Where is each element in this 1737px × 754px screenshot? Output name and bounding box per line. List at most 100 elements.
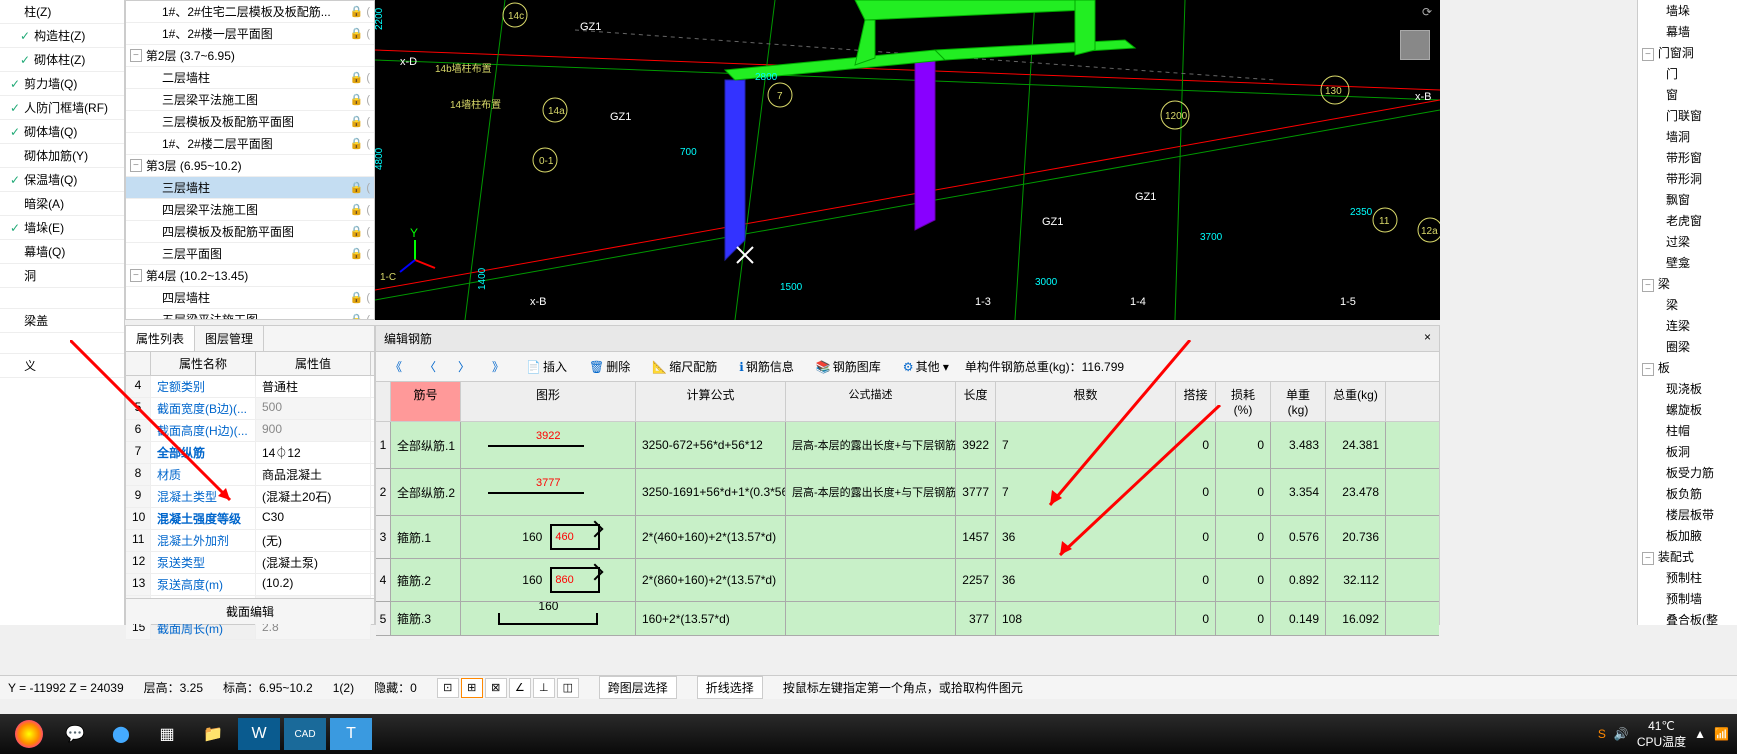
component-type-item[interactable]: ✓幕墙(Q) xyxy=(0,240,124,264)
component-subitem[interactable]: 连梁 xyxy=(1638,315,1737,336)
floor-drawing-item[interactable]: 三层梁平法施工图🔒 ( xyxy=(126,89,374,111)
component-subitem[interactable]: 门联窗 xyxy=(1638,105,1737,126)
floor-drawing-item[interactable]: 五层梁平法施工图🔒 ( xyxy=(126,309,374,320)
3d-viewport[interactable]: 14c 0-1 7 14a 130 1200 11 12a x-D x-B x-… xyxy=(375,0,1440,320)
taskbar-app-3[interactable]: ▦ xyxy=(146,718,188,750)
floor-drawing-item[interactable]: 三层模板及板配筋平面图🔒 ( xyxy=(126,111,374,133)
nav-last[interactable]: 》 xyxy=(486,356,510,377)
component-type-item[interactable]: ✓义 xyxy=(0,354,124,378)
component-type-item[interactable]: ✓砌体柱(Z) xyxy=(0,48,124,72)
other-dropdown[interactable]: ⚙其他 ▾ xyxy=(897,356,955,377)
component-category[interactable]: −梁 xyxy=(1638,273,1737,294)
component-type-item[interactable]: ✓柱(Z) xyxy=(0,0,124,24)
tool-6[interactable]: ◫ xyxy=(557,678,579,698)
component-subitem[interactable]: 叠合板(整厚) xyxy=(1638,609,1737,625)
floor-drawing-item[interactable]: 四层模板及板配筋平面图🔒 ( xyxy=(126,221,374,243)
property-row[interactable]: 4定额类别普通柱 xyxy=(126,376,374,398)
floor-drawing-item[interactable]: 二层墙柱🔒 ( xyxy=(126,67,374,89)
floor-group[interactable]: −第3层 (6.95~10.2) xyxy=(126,155,374,177)
viewport-nav-cube[interactable] xyxy=(1400,30,1430,60)
component-category[interactable]: −板 xyxy=(1638,357,1737,378)
floor-group[interactable]: −第4层 (10.2~13.45) xyxy=(126,265,374,287)
property-row[interactable]: 8材质商品混凝土 xyxy=(126,464,374,486)
nav-next[interactable]: 〉 xyxy=(452,356,476,377)
component-type-item[interactable]: ✓ xyxy=(0,333,124,354)
nav-prev[interactable]: 〈 xyxy=(418,356,442,377)
tool-5[interactable]: ⊥ xyxy=(533,678,555,698)
component-subitem[interactable]: 墙垛 xyxy=(1638,0,1737,21)
component-subitem[interactable]: 壁龛 xyxy=(1638,252,1737,273)
floor-drawing-item[interactable]: 三层平面图🔒 ( xyxy=(126,243,374,265)
component-subitem[interactable]: 过梁 xyxy=(1638,231,1737,252)
floor-drawing-item[interactable]: 三层墙柱🔒 ( xyxy=(126,177,374,199)
taskbar-app-5[interactable]: W xyxy=(238,718,280,750)
property-row[interactable]: 11混凝土外加剂(无) xyxy=(126,530,374,552)
component-subitem[interactable]: 预制柱 xyxy=(1638,567,1737,588)
component-type-item[interactable]: ✓ xyxy=(0,288,124,309)
component-subitem[interactable]: 幕墙 xyxy=(1638,21,1737,42)
property-row[interactable]: 6截面高度(H边)(...900 xyxy=(126,420,374,442)
component-subitem[interactable]: 现浇板 xyxy=(1638,378,1737,399)
tab-properties[interactable]: 属性列表 xyxy=(126,326,195,351)
component-type-item[interactable]: ✓人防门框墙(RF) xyxy=(0,96,124,120)
component-subitem[interactable]: 预制墙 xyxy=(1638,588,1737,609)
tool-4[interactable]: ∠ xyxy=(509,678,531,698)
component-subitem[interactable]: 带形窗 xyxy=(1638,147,1737,168)
polyline-select[interactable]: 折线选择 xyxy=(697,676,763,699)
component-subitem[interactable]: 门 xyxy=(1638,63,1737,84)
viewport-nav-icons[interactable]: ⟳ xyxy=(1422,5,1432,19)
rebar-row[interactable]: 2全部纵筋.237773250-1691+56*d+1*(0.3*56*d+56… xyxy=(376,469,1439,516)
taskbar-app-1[interactable]: 💬 xyxy=(54,718,96,750)
component-subitem[interactable]: 老虎窗 xyxy=(1638,210,1737,231)
tool-2[interactable]: ⊞ xyxy=(461,678,483,698)
component-category[interactable]: −门窗洞 xyxy=(1638,42,1737,63)
floor-drawing-item[interactable]: 1#、2#住宅二层模板及板配筋...🔒 ( xyxy=(126,1,374,23)
component-subitem[interactable]: 板负筋 xyxy=(1638,483,1737,504)
component-type-item[interactable]: ✓暗梁(A) xyxy=(0,192,124,216)
property-row[interactable]: 7全部纵筋14⏀12 xyxy=(126,442,374,464)
component-category[interactable]: −装配式 xyxy=(1638,546,1737,567)
rebar-info-button[interactable]: ℹ钢筋信息 xyxy=(733,356,800,377)
floor-drawing-item[interactable]: 四层梁平法施工图🔒 ( xyxy=(126,199,374,221)
delete-button[interactable]: 🗑删除 xyxy=(583,356,636,377)
start-button[interactable] xyxy=(8,718,50,750)
close-icon[interactable]: × xyxy=(1424,330,1431,347)
nav-first[interactable]: 《 xyxy=(384,356,408,377)
component-subitem[interactable]: 带形洞 xyxy=(1638,168,1737,189)
floor-drawing-item[interactable]: 1#、2#楼一层平面图🔒 ( xyxy=(126,23,374,45)
system-tray[interactable]: S 🔊 41℃ CPU温度 ▲ 📶 xyxy=(1598,719,1729,750)
taskbar-app-4[interactable]: 📁 xyxy=(192,718,234,750)
floor-group[interactable]: −第2层 (3.7~6.95) xyxy=(126,45,374,67)
component-subitem[interactable]: 梁 xyxy=(1638,294,1737,315)
floor-drawing-item[interactable]: 四层墙柱🔒 ( xyxy=(126,287,374,309)
component-type-item[interactable]: ✓梁盖 xyxy=(0,309,124,333)
floor-drawing-item[interactable]: 1#、2#楼二层平面图🔒 ( xyxy=(126,133,374,155)
rebar-row[interactable]: 5箍筋.3160160+2*(13.57*d)377108000.14916.0… xyxy=(376,602,1439,636)
property-row[interactable]: 9混凝土类型(混凝土20石) xyxy=(126,486,374,508)
component-subitem[interactable]: 楼层板带 xyxy=(1638,504,1737,525)
taskbar-app-6[interactable]: CAD xyxy=(284,718,326,750)
component-type-item[interactable]: ✓砌体墙(Q) xyxy=(0,120,124,144)
tool-1[interactable]: ⊡ xyxy=(437,678,459,698)
component-subitem[interactable]: 螺旋板 xyxy=(1638,399,1737,420)
component-subitem[interactable]: 板洞 xyxy=(1638,441,1737,462)
property-row[interactable]: 13泵送高度(m)(10.2) xyxy=(126,574,374,596)
component-type-item[interactable]: ✓墙垛(E) xyxy=(0,216,124,240)
component-subitem[interactable]: 板受力筋 xyxy=(1638,462,1737,483)
property-row[interactable]: 12泵送类型(混凝土泵) xyxy=(126,552,374,574)
tool-3[interactable]: ⊠ xyxy=(485,678,507,698)
rebar-lib-button[interactable]: 📚钢筋图库 xyxy=(810,356,887,377)
component-type-item[interactable]: ✓构造柱(Z) xyxy=(0,24,124,48)
rebar-row[interactable]: 3箍筋.11604602*(460+160)+2*(13.57*d)145736… xyxy=(376,516,1439,559)
component-subitem[interactable]: 墙洞 xyxy=(1638,126,1737,147)
property-row[interactable]: 10混凝土强度等级C30 xyxy=(126,508,374,530)
component-subitem[interactable]: 板加腋 xyxy=(1638,525,1737,546)
tab-layers[interactable]: 图层管理 xyxy=(195,326,264,351)
component-type-item[interactable]: ✓剪力墙(Q) xyxy=(0,72,124,96)
taskbar-app-7[interactable]: T xyxy=(330,718,372,750)
component-subitem[interactable]: 飘窗 xyxy=(1638,189,1737,210)
rebar-row[interactable]: 1全部纵筋.139223250-672+56*d+56*12层高-本层的露出长度… xyxy=(376,422,1439,469)
taskbar-app-2[interactable]: ⬤ xyxy=(100,718,142,750)
component-subitem[interactable]: 圈梁 xyxy=(1638,336,1737,357)
rebar-row[interactable]: 4箍筋.21608602*(860+160)+2*(13.57*d)225736… xyxy=(376,559,1439,602)
